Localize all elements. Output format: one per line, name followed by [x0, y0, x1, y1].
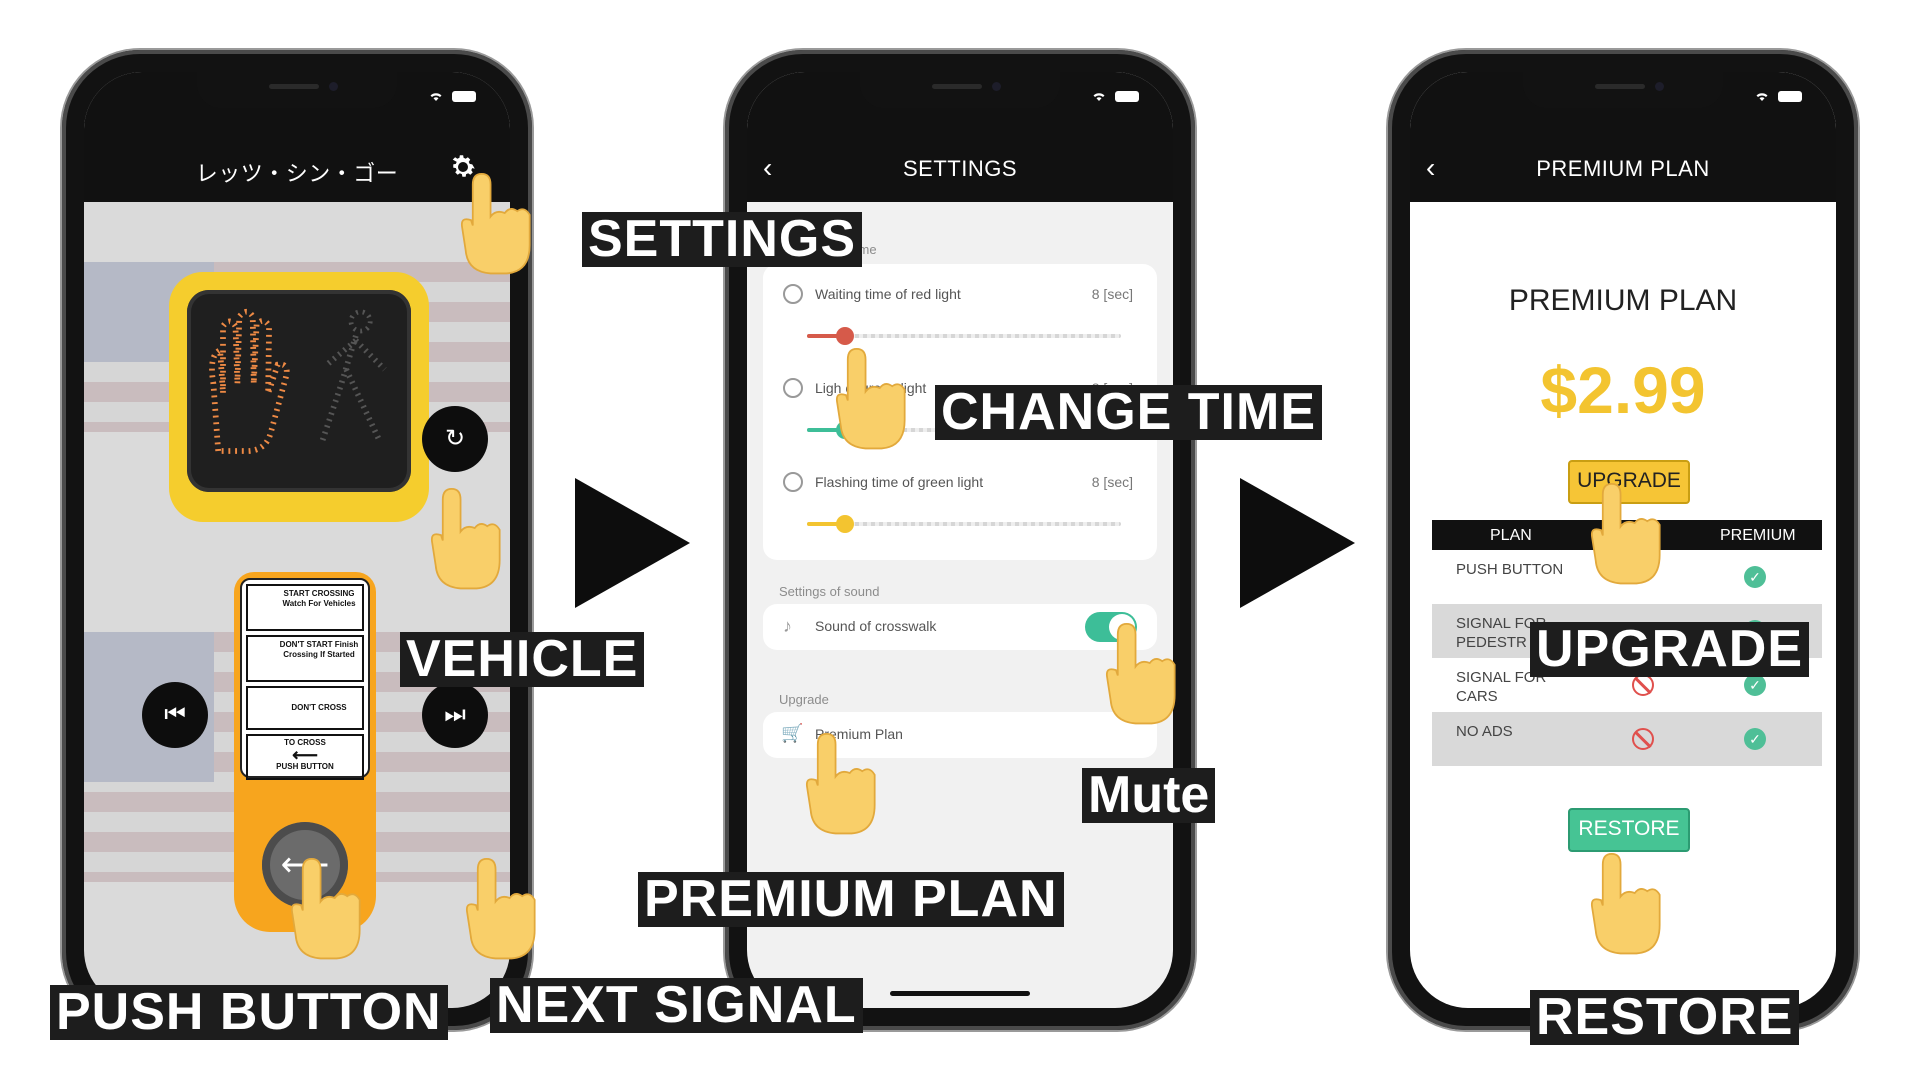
placard-push-button: TO CROSS ⟵ PUSH BUTTON [246, 734, 364, 780]
clock-icon [783, 284, 803, 304]
battery-icon [1778, 90, 1802, 102]
placard-push-label: PUSH BUTTON [276, 762, 334, 771]
notch [197, 72, 397, 108]
wifi-icon [1756, 93, 1768, 101]
row-label: NO ADS [1456, 723, 1513, 740]
callout-restore: RESTORE [1530, 990, 1800, 1045]
pointing-hand-icon [835, 347, 906, 450]
pedestrian-signal [169, 272, 429, 522]
walk-signal-icon [319, 309, 387, 443]
settings-title: SETTINGS [902, 156, 1017, 181]
time-setting-value: 8 [sec] [1091, 474, 1133, 490]
placard-dont-start: DON'T START Finish Crossing If Started [246, 635, 364, 682]
sound-label: Sound of crosswalk [815, 618, 937, 634]
signal-display [187, 290, 411, 492]
status-bar [1091, 90, 1139, 102]
placard-dont-cross: DON'T CROSS [246, 686, 364, 730]
callout-premium-plan: PREMIUM PLAN [638, 872, 1064, 927]
pointing-hand-icon [290, 858, 361, 960]
callout-vehicle: VEHICLE [400, 632, 645, 687]
play-arrow-icon [1240, 478, 1355, 608]
app-title: レッツ・シン・ゴー [195, 161, 399, 186]
time-setting-label: Waiting time of red light [815, 286, 961, 302]
time-setting-row: Flashing time of green light 8 [sec] [763, 472, 1157, 552]
check-icon: ✓ [1744, 566, 1766, 588]
restore-button[interactable]: RESTORE [1568, 808, 1690, 852]
check-icon: ✓ [1744, 728, 1766, 750]
vehicle-toggle-button[interactable]: ↻ [422, 406, 488, 472]
previous-signal-button[interactable]: ⏮ [142, 682, 208, 748]
pointing-hand-icon [1105, 623, 1176, 725]
sound-card: ♪ Sound of crosswalk [763, 604, 1157, 650]
music-note-icon: ♪ [783, 616, 792, 636]
callout-settings: SETTINGS [582, 212, 863, 267]
callout-upgrade: UPGRADE [1530, 622, 1810, 677]
time-slider-track[interactable] [807, 522, 1121, 526]
table-row: NO ADS ✓ [1432, 712, 1822, 766]
pointing-hand-icon [805, 733, 876, 835]
callout-mute: Mute [1082, 768, 1216, 823]
header-premium: PREMIUM [1720, 527, 1796, 544]
pointing-hand-icon [430, 487, 501, 590]
battery-icon [1115, 90, 1139, 102]
time-setting-value: 8 [sec] [1091, 286, 1133, 302]
time-setting-label: Flashing time of green light [815, 474, 984, 490]
wifi-icon [1093, 93, 1105, 101]
time-slider-thumb[interactable] [835, 515, 854, 533]
plan-price: $2.99 [1540, 353, 1706, 427]
next-signal-button[interactable]: ⏭ [422, 682, 488, 748]
battery-icon [452, 90, 476, 102]
premium-nav-title: PREMIUM PLAN [1536, 156, 1710, 181]
clock-icon [783, 472, 803, 492]
clock-icon [783, 378, 803, 398]
notch [860, 72, 1060, 108]
placard-start-crossing: START CROSSING Watch For Vehicles [246, 584, 364, 631]
pointing-hand-icon [1590, 482, 1661, 585]
time-setting-row: Waiting time of red light 8 [sec] [763, 284, 1157, 364]
time-slider-thumb[interactable] [835, 327, 854, 345]
callout-push-button: PUSH BUTTON [50, 985, 448, 1040]
plan-heading: PREMIUM PLAN [1508, 284, 1738, 317]
time-slider-track[interactable] [807, 334, 1121, 338]
wifi-icon [430, 93, 442, 101]
header-plan: PLAN [1490, 527, 1532, 544]
ban-icon [1632, 728, 1654, 750]
pointing-hand-icon [460, 172, 531, 275]
instruction-placard: START CROSSING Watch For Vehicles DON'T … [240, 578, 370, 780]
notch [1523, 72, 1723, 108]
callout-next-signal: NEXT SIGNAL [490, 978, 863, 1033]
status-bar [428, 90, 476, 102]
status-bar [1754, 90, 1802, 102]
row-label: PUSH BUTTON [1456, 561, 1564, 578]
pointing-hand-icon [1590, 853, 1661, 955]
section-upgrade-label: Upgrade [779, 692, 829, 707]
hand-signal-icon [209, 308, 290, 454]
home-indicator [890, 991, 1030, 996]
play-arrow-icon [575, 478, 690, 608]
pointing-hand-icon [465, 858, 536, 960]
section-sound-label: Settings of sound [779, 584, 880, 599]
callout-change-time: CHANGE TIME [935, 385, 1322, 440]
placard-arrow-icon: ⟵ [292, 745, 318, 765]
